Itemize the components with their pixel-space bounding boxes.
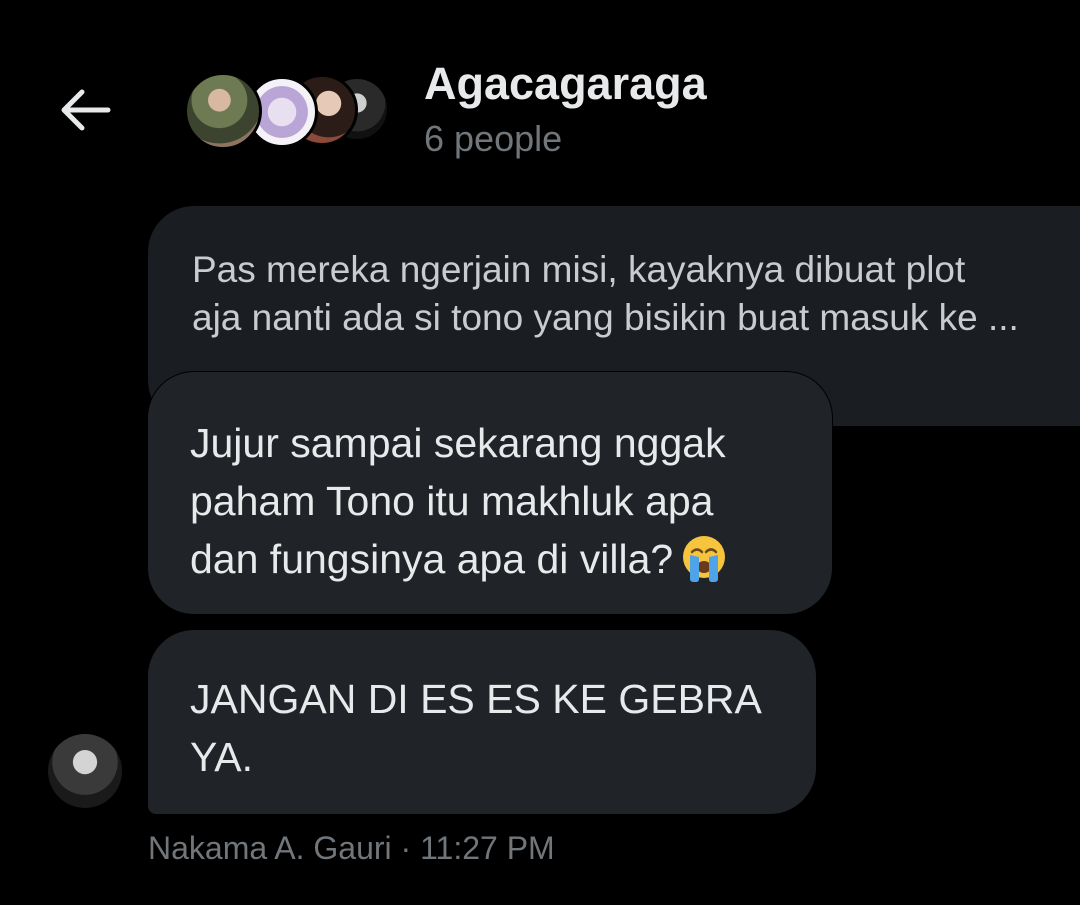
- message-time: 11:27 PM: [420, 830, 555, 866]
- message-line-text: dan fungsinya apa di villa?: [190, 536, 674, 582]
- message-line: Jujur sampai sekarang nggak: [190, 420, 726, 466]
- message-line: Pas mereka ngerjain misi, kayaknya dibua…: [192, 249, 966, 290]
- sender-avatar[interactable]: [48, 734, 122, 808]
- meta-separator: ·: [391, 830, 421, 866]
- sender-name[interactable]: Nakama A. Gauri: [148, 830, 392, 866]
- message-line: paham Tono itu makhluk apa: [190, 478, 714, 524]
- message-meta: Nakama A. Gauri · 11:27 PM: [148, 830, 555, 867]
- conversation-header: Agacagaraga 6 people: [0, 0, 1080, 190]
- message-line: dan fungsinya apa di villa?: [190, 530, 832, 588]
- group-name[interactable]: Agacagaraga: [424, 58, 707, 110]
- message-bubble[interactable]: JANGAN DI ES ES KE GEBRA YA.: [148, 630, 816, 814]
- back-button[interactable]: [56, 82, 116, 138]
- message-line: YA.: [190, 734, 254, 780]
- loudly-crying-face-icon: [683, 536, 726, 583]
- group-avatars[interactable]: [184, 72, 390, 150]
- member-count[interactable]: 6 people: [424, 118, 562, 160]
- message-line: JANGAN DI ES ES KE GEBRA: [190, 676, 762, 722]
- arrow-left-icon: [61, 89, 111, 131]
- avatar: [184, 72, 262, 150]
- message-line: aja nanti ada si tono yang bisikin buat …: [192, 297, 1019, 338]
- message-bubble[interactable]: Jujur sampai sekarang nggak paham Tono i…: [148, 372, 832, 614]
